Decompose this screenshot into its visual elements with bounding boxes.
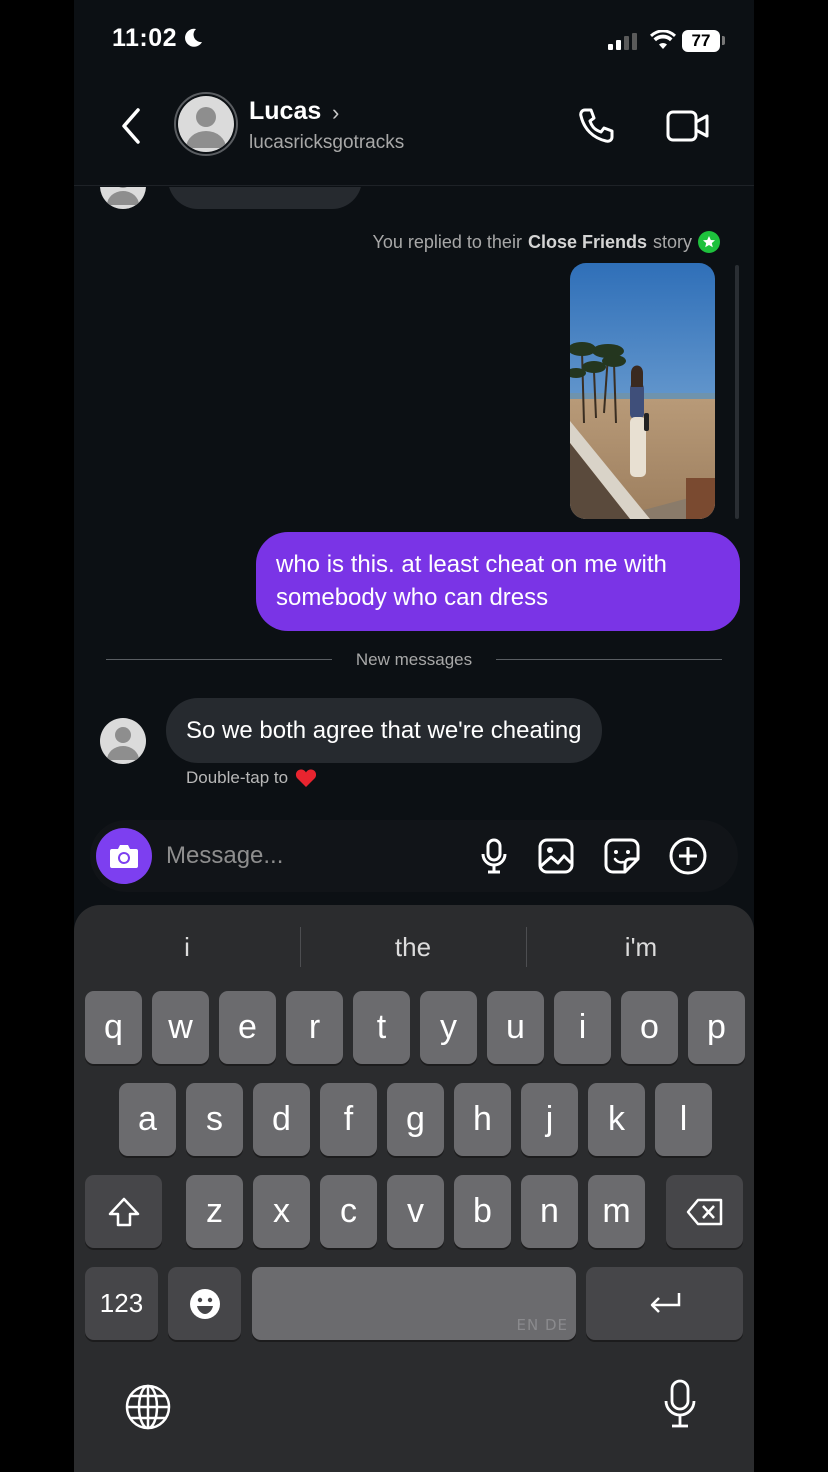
received-message-bubble[interactable]: So we both agree that we're cheating	[166, 698, 602, 763]
backspace-key[interactable]	[666, 1175, 743, 1248]
numbers-key[interactable]: 123	[85, 1267, 158, 1340]
close-friends-star-icon	[698, 231, 720, 253]
key-f[interactable]: f	[320, 1083, 377, 1156]
story-thumbnail-image[interactable]	[570, 263, 715, 519]
key-r[interactable]: r	[286, 991, 343, 1064]
chevron-right-icon[interactable]: ›	[332, 100, 339, 126]
return-key[interactable]	[586, 1267, 743, 1340]
key-u[interactable]: u	[487, 991, 544, 1064]
key-k[interactable]: k	[588, 1083, 645, 1156]
scrollbar[interactable]	[735, 265, 739, 519]
story-reply-note: You replied to their Close Friends story	[372, 231, 720, 253]
cellular-signal-icon	[608, 33, 637, 50]
plus-icon[interactable]	[668, 836, 708, 876]
wifi-icon	[650, 30, 676, 49]
key-b[interactable]: b	[454, 1175, 511, 1248]
key-o[interactable]: o	[621, 991, 678, 1064]
shift-key[interactable]	[85, 1175, 162, 1248]
status-time: 11:02	[112, 24, 178, 52]
new-messages-label: New messages	[106, 650, 722, 670]
space-key[interactable]: EN DE	[252, 1267, 576, 1340]
gallery-icon[interactable]	[536, 836, 576, 876]
key-g[interactable]: g	[387, 1083, 444, 1156]
key-e[interactable]: e	[219, 991, 276, 1064]
key-l[interactable]: l	[655, 1083, 712, 1156]
emoji-icon	[189, 1288, 220, 1319]
contact-avatar[interactable]	[174, 92, 238, 156]
emoji-key[interactable]	[168, 1267, 241, 1340]
dictation-microphone-icon[interactable]	[662, 1379, 698, 1431]
backspace-icon	[686, 1198, 722, 1225]
battery-indicator: 77	[682, 30, 720, 52]
previous-message-bubble[interactable]	[168, 187, 362, 209]
story-note-highlight: Close Friends	[527, 231, 647, 252]
key-p[interactable]: p	[688, 991, 745, 1064]
key-m[interactable]: m	[588, 1175, 645, 1248]
new-messages-separator: New messages	[106, 649, 722, 669]
key-i[interactable]: i	[554, 991, 611, 1064]
story-note-suffix: story	[652, 231, 692, 252]
key-q[interactable]: q	[85, 991, 142, 1064]
contact-name[interactable]: Lucas	[249, 97, 321, 126]
back-icon[interactable]	[114, 104, 150, 148]
space-language-label: EN DE	[516, 1316, 568, 1334]
battery-cap	[722, 36, 725, 45]
sticker-icon[interactable]	[602, 836, 642, 876]
return-icon	[650, 1292, 680, 1313]
key-v[interactable]: v	[387, 1175, 444, 1248]
new-messages-text: New messages	[341, 650, 487, 669]
key-h[interactable]: h	[454, 1083, 511, 1156]
phone-screen: 11:02 77 Lucas › lucasricksgotracks You …	[74, 0, 754, 1472]
key-y[interactable]: y	[420, 991, 477, 1064]
suggestion-divider	[526, 927, 527, 967]
avatar-placeholder-icon	[100, 187, 146, 209]
microphone-icon[interactable]	[474, 836, 514, 876]
key-x[interactable]: x	[253, 1175, 310, 1248]
video-camera-icon[interactable]	[666, 106, 710, 146]
keyboard: i the i'm q w e r t y u i o p a s d f g …	[74, 905, 754, 1472]
double-tap-hint: Double-tap to	[186, 768, 317, 788]
message-composer	[90, 820, 738, 892]
suggestion-2[interactable]: the	[300, 925, 526, 969]
message-input[interactable]	[166, 838, 466, 874]
key-s[interactable]: s	[186, 1083, 243, 1156]
chat-header: Lucas › lucasricksgotracks	[74, 84, 754, 186]
key-j[interactable]: j	[521, 1083, 578, 1156]
key-w[interactable]: w	[152, 991, 209, 1064]
shift-icon	[108, 1197, 139, 1226]
camera-icon[interactable]	[96, 828, 152, 884]
avatar-placeholder-icon	[178, 96, 234, 152]
status-bar: 11:02 77	[74, 0, 754, 84]
key-a[interactable]: a	[119, 1083, 176, 1156]
suggestion-1[interactable]: i	[74, 925, 300, 969]
heart-icon	[296, 769, 317, 787]
key-d[interactable]: d	[253, 1083, 310, 1156]
key-t[interactable]: t	[353, 991, 410, 1064]
sent-message-bubble[interactable]: who is this. at least cheat on me with s…	[256, 532, 740, 631]
avatar-placeholder-icon[interactable]	[100, 718, 146, 764]
key-n[interactable]: n	[521, 1175, 578, 1248]
moon-icon	[185, 28, 202, 47]
suggestion-3[interactable]: i'm	[528, 925, 754, 969]
key-z[interactable]: z	[186, 1175, 243, 1248]
phone-icon[interactable]	[576, 106, 616, 146]
key-c[interactable]: c	[320, 1175, 377, 1248]
contact-username[interactable]: lucasricksgotracks	[249, 132, 404, 154]
story-note-prefix: You replied to their	[372, 231, 522, 252]
message-thread[interactable]: You replied to their Close Friends story	[74, 187, 754, 817]
globe-icon[interactable]	[124, 1383, 172, 1431]
double-tap-text: Double-tap to	[186, 768, 289, 787]
